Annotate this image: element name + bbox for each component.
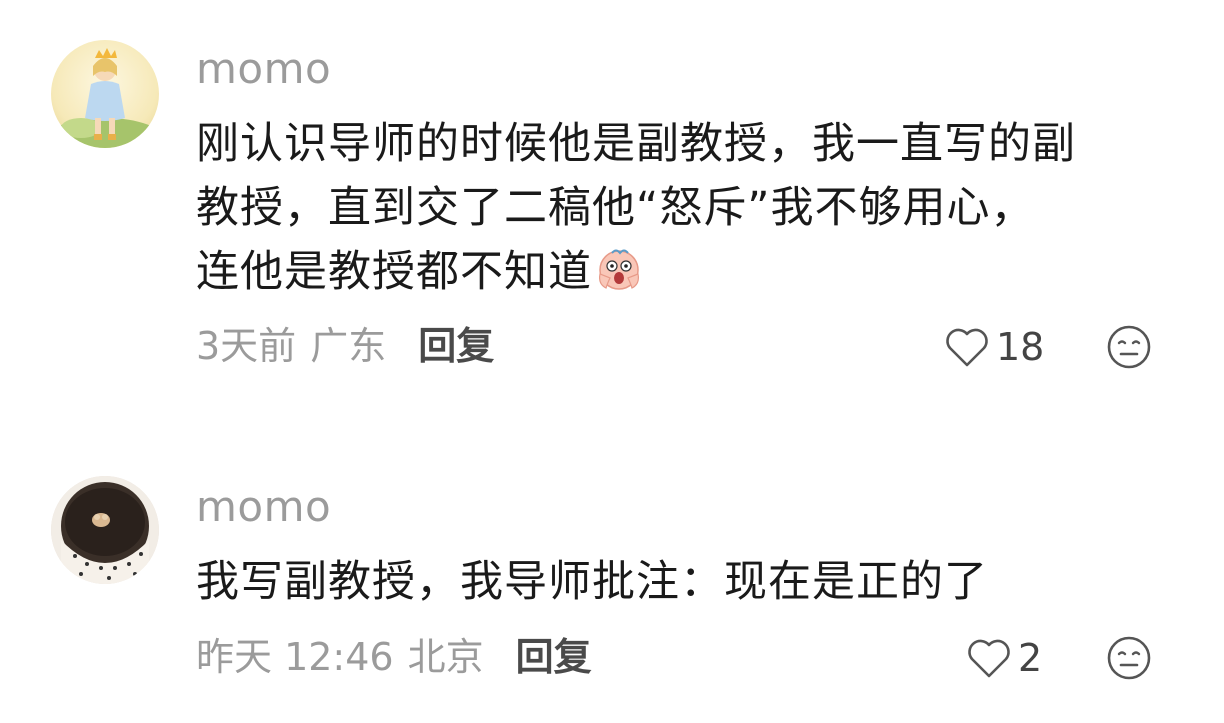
reply-button[interactable]: 回复 <box>418 324 494 368</box>
bowl-avatar-icon <box>51 476 159 584</box>
comment-item: momo 刚认识导师的时候他是副教授，我一直写的副 教授，直到交了二稿他“怒斥”… <box>0 0 1224 400</box>
user-avatar[interactable] <box>51 40 159 148</box>
girl-avatar-icon <box>51 40 159 148</box>
comment-text-line: 我写副教授，我导师批注：现在是正的了 <box>196 557 988 607</box>
comment-location: 广东 <box>310 324 387 368</box>
comment-time: 3天前 <box>196 324 297 368</box>
comment-text-line: 连他是教授都不知道 <box>196 240 1156 304</box>
comment-text-line-content: 连他是教授都不知道 <box>196 247 592 297</box>
comment-text-line: 刚认识导师的时候他是副教授，我一直写的副 <box>196 119 1076 169</box>
heart-outline-icon <box>968 639 1010 678</box>
like-count: 18 <box>996 325 1045 369</box>
reply-button[interactable]: 回复 <box>516 635 592 679</box>
like-button[interactable]: 18 <box>944 324 1044 370</box>
comment-text-line: 教授，直到交了二稿他“怒斥”我不够用心， <box>196 183 1035 233</box>
username[interactable]: momo <box>196 48 331 90</box>
user-avatar[interactable] <box>51 476 159 584</box>
comment-meta: 3天前 广东 回复 <box>196 327 494 365</box>
comment-text: 我写副教授，我导师批注：现在是正的了 <box>196 550 1156 614</box>
screaming-face-emoji-icon <box>599 249 639 290</box>
username[interactable]: momo <box>196 486 331 528</box>
heart-outline-icon <box>946 328 988 367</box>
comment-time: 昨天 12:46 <box>196 635 394 679</box>
like-button[interactable]: 2 <box>966 635 1042 681</box>
neutral-face-icon[interactable] <box>1106 635 1152 681</box>
comment-meta: 昨天 12:46 北京 回复 <box>196 638 592 676</box>
comment-text: 刚认识导师的时候他是副教授，我一直写的副 教授，直到交了二稿他“怒斥”我不够用心… <box>196 112 1156 304</box>
like-count: 2 <box>1018 636 1043 680</box>
comment-location: 北京 <box>407 635 484 679</box>
neutral-face-icon[interactable] <box>1106 324 1152 370</box>
comment-item: momo 我写副教授，我导师批注：现在是正的了 昨天 12:46 北京 回复 2 <box>0 400 1224 723</box>
